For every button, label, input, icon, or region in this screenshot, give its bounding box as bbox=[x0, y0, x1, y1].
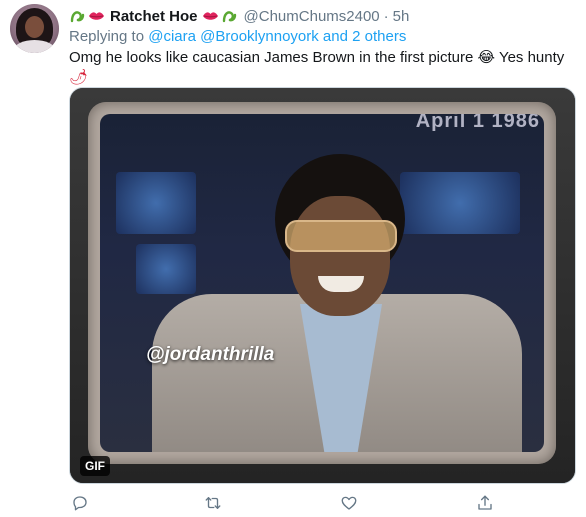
tweet-card[interactable]: Ratchet Hoe @ChumChums2400 · 5h Replying… bbox=[0, 0, 586, 517]
lips-emoji-icon bbox=[88, 8, 105, 25]
avatar-shirt bbox=[14, 40, 55, 53]
background-monitor bbox=[136, 244, 196, 294]
share-icon bbox=[478, 495, 492, 510]
user-handle[interactable]: @ChumChums2400 bbox=[244, 8, 380, 25]
like-button[interactable] bbox=[338, 492, 360, 514]
broadcast-date-text: April 1 1986 bbox=[415, 114, 540, 132]
tweet-actions bbox=[69, 492, 569, 514]
person-face bbox=[290, 196, 390, 316]
laughing-emoji-icon: 😂 bbox=[477, 49, 496, 66]
tweet-text-main: Omg he looks like caucasian James Brown … bbox=[69, 49, 474, 66]
share-button[interactable] bbox=[474, 492, 496, 514]
like-icon bbox=[341, 496, 357, 510]
lips-emoji-icon bbox=[202, 8, 219, 25]
timestamp[interactable]: 5h bbox=[393, 8, 410, 25]
tweet-text-tail: Yes hunty bbox=[498, 49, 565, 66]
retweet-button[interactable] bbox=[202, 492, 224, 514]
tweet-header: Ratchet Hoe @ChumChums2400 · 5h bbox=[69, 5, 409, 27]
gif-badge: GIF bbox=[80, 456, 110, 476]
reply-prefix: Replying to bbox=[69, 28, 145, 45]
person-glasses bbox=[285, 220, 397, 252]
reply-others-link[interactable]: 2 others bbox=[352, 28, 406, 45]
cactus-emoji-icon bbox=[69, 8, 86, 25]
tweet-text: Omg he looks like caucasian James Brown … bbox=[69, 48, 574, 88]
chili-pepper-emoji-icon: 🌶 bbox=[69, 69, 89, 86]
display-name[interactable]: Ratchet Hoe bbox=[110, 8, 198, 25]
background-monitor bbox=[400, 172, 520, 234]
separator-dot: · bbox=[383, 7, 389, 25]
cactus-emoji-icon bbox=[221, 8, 238, 25]
replying-to: Replying to @ciara @Brooklynnoyork and 2… bbox=[69, 28, 406, 45]
watermark-text: @jordanthrilla bbox=[146, 344, 275, 365]
gif-media[interactable]: April 1 1986 @jordanthrilla GIF bbox=[69, 87, 576, 484]
reply-icon bbox=[73, 496, 87, 511]
reply-mention-brooklynnoyork[interactable]: @Brooklynnoyork bbox=[200, 28, 319, 45]
background-monitor bbox=[116, 172, 196, 234]
tv-bezel: April 1 1986 @jordanthrilla bbox=[88, 102, 556, 464]
reply-button[interactable] bbox=[69, 492, 91, 514]
reply-mention-ciara[interactable]: @ciara bbox=[148, 28, 196, 45]
avatar-face bbox=[25, 16, 44, 38]
reply-and: and bbox=[322, 28, 348, 45]
tv-screen: April 1 1986 @jordanthrilla bbox=[100, 114, 544, 452]
retweet-icon bbox=[205, 497, 221, 509]
user-avatar[interactable] bbox=[10, 4, 59, 53]
